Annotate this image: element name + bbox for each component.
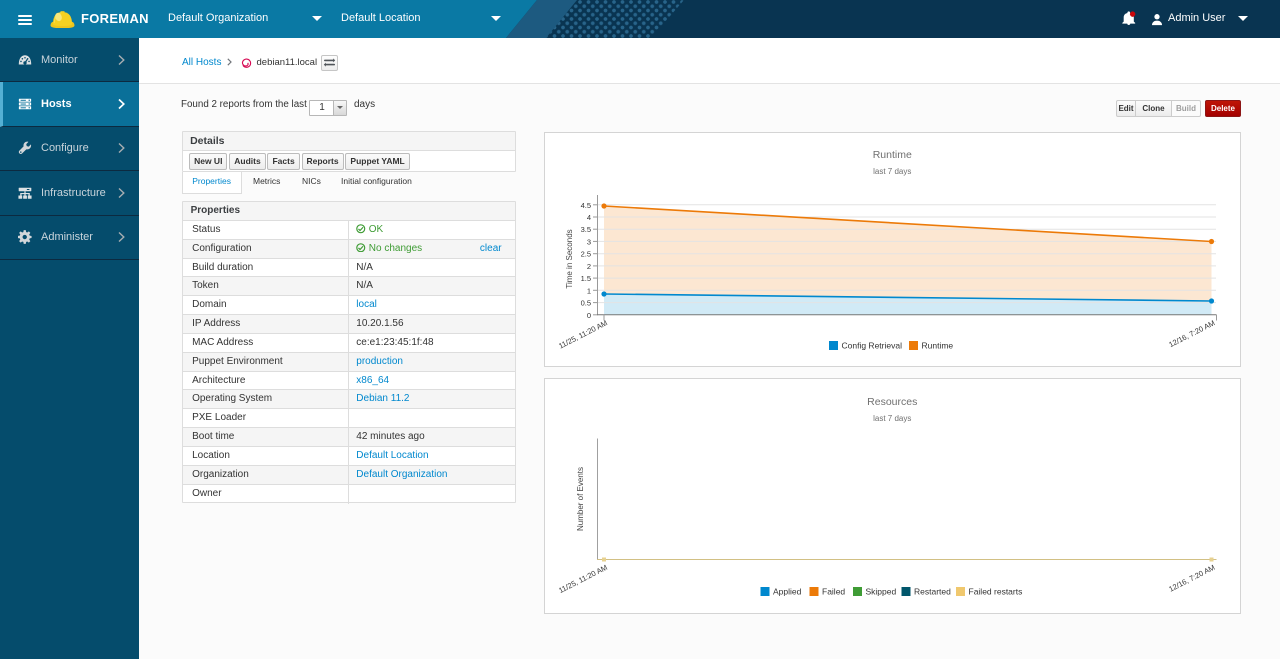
svg-text:12/16, 7:20 AM: 12/16, 7:20 AM [1167,318,1216,349]
svg-text:1.5: 1.5 [581,274,591,283]
svg-text:Number of Events: Number of Events [576,467,585,531]
svg-text:4.5: 4.5 [581,200,591,209]
svg-text:3.5: 3.5 [581,225,591,234]
svg-text:2: 2 [587,261,591,270]
svg-text:Failed restarts: Failed restarts [969,587,1023,597]
svg-text:Runtime: Runtime [922,340,954,350]
svg-text:12/16, 7:20 AM: 12/16, 7:20 AM [1167,563,1216,594]
svg-text:0.5: 0.5 [581,298,591,307]
svg-text:1: 1 [587,286,591,295]
svg-text:11/25, 11:20 AM: 11/25, 11:20 AM [557,318,609,350]
svg-text:11/25, 11:20 AM: 11/25, 11:20 AM [557,563,609,595]
svg-text:Failed: Failed [822,587,845,597]
svg-text:2.5: 2.5 [581,249,591,258]
svg-text:4: 4 [587,213,591,222]
svg-text:0: 0 [587,310,591,319]
svg-text:Restarted: Restarted [914,587,951,597]
svg-text:3: 3 [587,237,591,246]
svg-text:Time in Seconds: Time in Seconds [565,229,574,288]
svg-text:Applied: Applied [773,587,802,597]
svg-text:Config Retrieval: Config Retrieval [842,340,903,350]
svg-text:Skipped: Skipped [866,587,897,597]
